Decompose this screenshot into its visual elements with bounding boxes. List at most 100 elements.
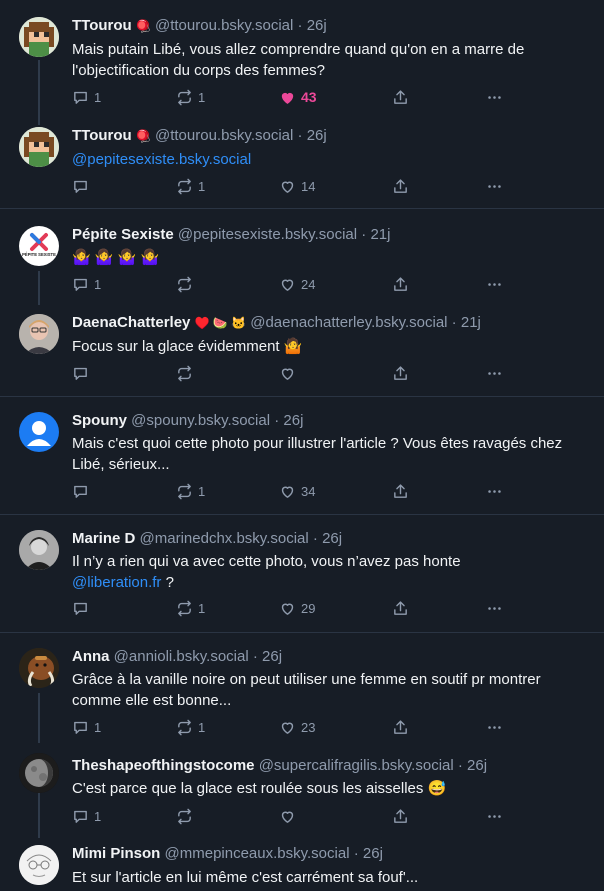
reply-button[interactable]: 1	[72, 273, 101, 295]
reply-button[interactable]: 1	[72, 86, 101, 108]
author-name[interactable]: Spouny	[72, 412, 127, 429]
reply-icon	[72, 89, 89, 106]
post-time[interactable]: 26j	[262, 648, 282, 665]
author-handle[interactable]: @daenachatterley.bsky.social	[250, 314, 447, 331]
post[interactable]: TTourou 🪀 @ttourou.bsky.social · 26j @pe…	[0, 125, 604, 208]
post[interactable]: Anna @annioli.bsky.social · 26j Grâce à …	[0, 633, 604, 743]
like-button[interactable]: 43	[279, 86, 317, 108]
more-icon	[486, 719, 503, 736]
like-button[interactable]: 24	[279, 273, 315, 295]
repost-button[interactable]: 1	[176, 480, 205, 502]
author-name[interactable]: Theshapeofthingstocome	[72, 757, 255, 774]
post[interactable]: TTourou 🪀 @ttourou.bsky.social · 26j Mai…	[0, 0, 604, 125]
post[interactable]: Mimi Pinson @mmepinceaux.bsky.social · 2…	[0, 838, 604, 891]
share-button[interactable]	[392, 273, 409, 295]
post-time[interactable]: 21j	[461, 314, 481, 331]
author-name[interactable]: Pépite Sexiste	[72, 226, 174, 243]
avatar[interactable]	[19, 753, 59, 793]
share-button[interactable]	[392, 480, 409, 502]
post-time[interactable]: 26j	[467, 757, 487, 774]
post-text: 🤷‍♀️ 🤷‍♀️ 🤷‍♀️ 🤷‍♀️	[72, 249, 160, 266]
thread-line	[38, 271, 40, 305]
author-name[interactable]: Mimi Pinson	[72, 845, 160, 862]
author-handle[interactable]: @pepitesexiste.bsky.social	[178, 226, 357, 243]
post-time[interactable]: 26j	[307, 17, 327, 34]
post-time[interactable]: 26j	[363, 845, 383, 862]
reply-button[interactable]	[72, 175, 94, 197]
like-count: 14	[301, 178, 316, 194]
avatar[interactable]	[19, 412, 59, 452]
author-handle[interactable]: @marinedchx.bsky.social	[140, 530, 309, 547]
author-name[interactable]: Marine D	[72, 530, 135, 547]
share-button[interactable]	[392, 175, 409, 197]
post-time[interactable]: 26j	[322, 530, 342, 547]
post-time[interactable]: 26j	[307, 127, 327, 144]
share-button[interactable]	[392, 362, 409, 384]
post[interactable]: Theshapeofthingstocome @supercalifragili…	[0, 743, 604, 838]
post[interactable]: Spouny @spouny.bsky.social · 26j Mais c'…	[0, 397, 604, 514]
author-name[interactable]: DaenaChatterley	[72, 314, 190, 331]
like-button[interactable]: 23	[279, 716, 315, 738]
avatar[interactable]: PÉPITE SEXISTE	[19, 226, 59, 266]
repost-button[interactable]: 1	[176, 597, 205, 619]
author-name[interactable]: Anna	[72, 648, 110, 665]
author-handle[interactable]: @supercalifragilis.bsky.social	[259, 757, 454, 774]
author-handle[interactable]: @annioli.bsky.social	[114, 648, 249, 665]
avatar[interactable]	[19, 530, 59, 570]
reply-button[interactable]	[72, 597, 94, 619]
post-time[interactable]: 26j	[283, 412, 303, 429]
repost-icon	[176, 276, 193, 293]
more-options-button[interactable]	[486, 362, 503, 384]
more-options-button[interactable]	[486, 597, 503, 619]
avatar[interactable]	[19, 314, 59, 354]
repost-button[interactable]	[176, 362, 198, 384]
like-button[interactable]: 34	[279, 480, 315, 502]
reply-count: 1	[94, 719, 102, 735]
reply-button[interactable]: 1	[72, 716, 101, 738]
avatar[interactable]	[19, 17, 59, 57]
post[interactable]: PÉPITE SEXISTE Pépite Sexiste @pepitesex…	[0, 209, 604, 305]
repost-button[interactable]	[176, 805, 198, 827]
post-header: Marine D @marinedchx.bsky.social · 26j	[72, 530, 343, 547]
repost-button[interactable]	[176, 273, 198, 295]
avatar[interactable]	[19, 845, 59, 885]
author-handle[interactable]: @mmepinceaux.bsky.social	[165, 845, 350, 862]
repost-button[interactable]: 1	[176, 175, 205, 197]
avatar[interactable]	[19, 648, 59, 688]
post[interactable]: DaenaChatterley ♥️ 🍉 🐱 @daenachatterley.…	[0, 305, 604, 396]
share-button[interactable]	[392, 716, 409, 738]
reply-button[interactable]: 1	[72, 805, 101, 827]
author-handle[interactable]: @ttourou.bsky.social	[155, 127, 293, 144]
post[interactable]: Marine D @marinedchx.bsky.social · 26j I…	[0, 515, 604, 632]
mention-link[interactable]: @liberation.fr	[72, 574, 161, 591]
more-options-button[interactable]	[486, 805, 503, 827]
author-handle[interactable]: @spouny.bsky.social	[131, 412, 270, 429]
like-button[interactable]	[279, 362, 301, 384]
share-button[interactable]	[392, 597, 409, 619]
repost-icon	[176, 89, 193, 106]
more-options-button[interactable]	[486, 480, 503, 502]
reply-button[interactable]	[72, 480, 94, 502]
mention-link[interactable]: @pepitesexiste.bsky.social	[72, 151, 251, 168]
more-options-button[interactable]	[486, 175, 503, 197]
more-options-button[interactable]	[486, 86, 503, 108]
author-handle[interactable]: @ttourou.bsky.social	[155, 17, 293, 34]
post-actions: 1 1 43	[72, 86, 522, 108]
more-options-button[interactable]	[486, 273, 503, 295]
like-button[interactable]	[279, 805, 301, 827]
share-button[interactable]	[392, 805, 409, 827]
like-button[interactable]: 14	[279, 175, 315, 197]
author-name[interactable]: TTourou	[72, 17, 132, 34]
repost-button[interactable]: 1	[176, 86, 205, 108]
avatar[interactable]	[19, 127, 59, 167]
post-header: TTourou 🪀 @ttourou.bsky.social · 26j	[72, 127, 327, 144]
reply-button[interactable]	[72, 362, 94, 384]
like-button[interactable]: 29	[279, 597, 315, 619]
reply-count: 1	[94, 89, 102, 105]
more-options-button[interactable]	[486, 716, 503, 738]
post-time[interactable]: 21j	[370, 226, 390, 243]
author-name[interactable]: TTourou	[72, 127, 132, 144]
share-button[interactable]	[392, 86, 409, 108]
repost-button[interactable]: 1	[176, 716, 205, 738]
post-actions: 1 1 23	[72, 716, 522, 738]
